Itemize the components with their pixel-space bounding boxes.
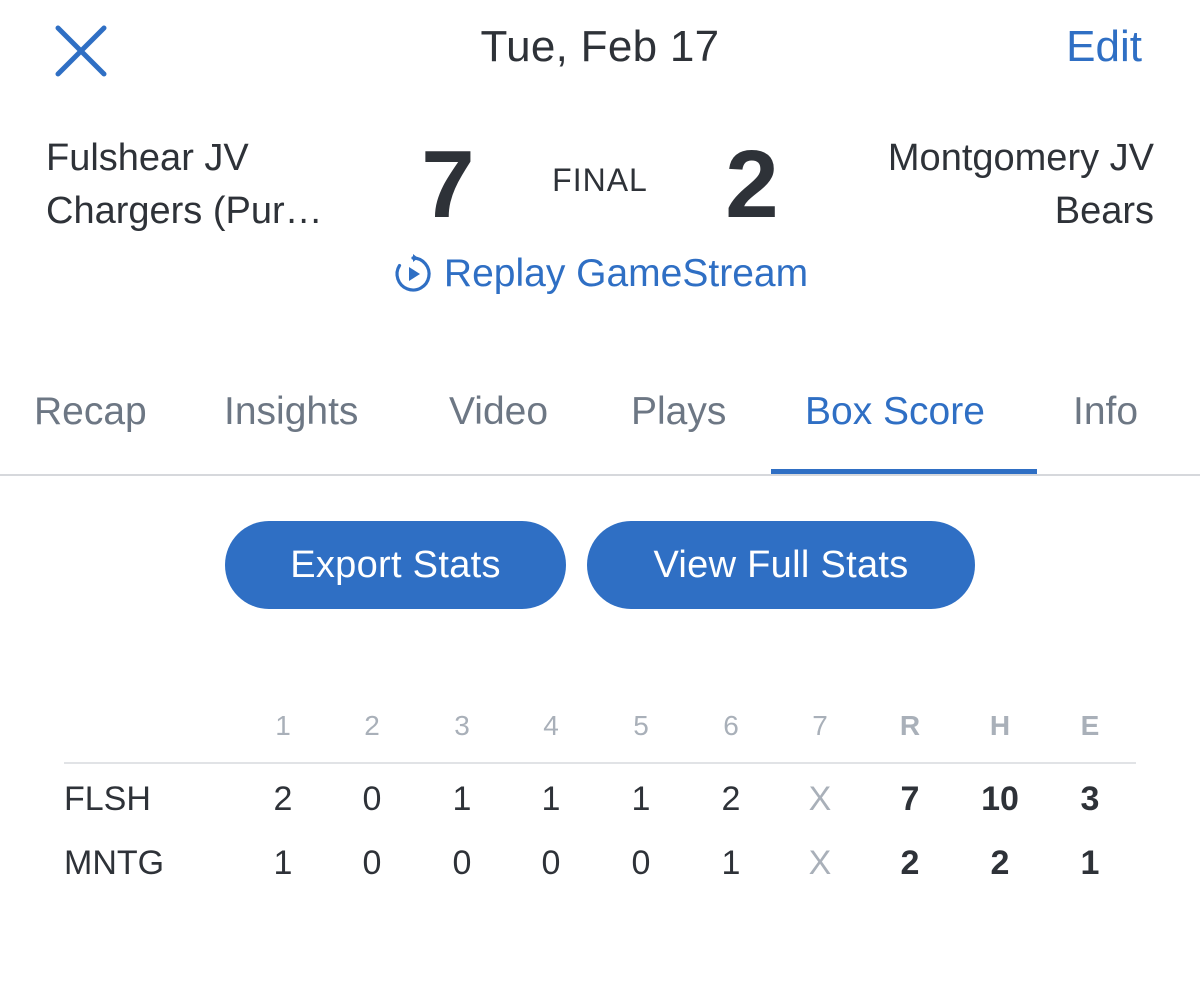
- tab-recap[interactable]: Recap: [34, 390, 147, 434]
- edit-button[interactable]: Edit: [1066, 22, 1142, 72]
- tab-box-score[interactable]: Box Score: [805, 390, 985, 434]
- inning-header-7: 7: [812, 710, 828, 741]
- table-row: MNTG 1 0 0 0 0 1 X 2 2 1: [64, 830, 1136, 894]
- tab-insights[interactable]: Insights: [224, 390, 358, 434]
- tab-video[interactable]: Video: [449, 390, 548, 434]
- inning-score: 1: [721, 844, 741, 882]
- errors-total: 1: [1080, 844, 1100, 882]
- tab-plays[interactable]: Plays: [631, 390, 726, 434]
- table-row: FLSH 2 0 1 1 1 2 X 7 10 3: [64, 766, 1136, 830]
- page-title: Tue, Feb 17: [480, 22, 720, 71]
- tab-bar: Recap Insights Video Plays Box Score Inf…: [0, 380, 1200, 476]
- inning-score: 0: [362, 780, 382, 818]
- inning-header-4: 4: [543, 710, 559, 741]
- inning-score: 0: [362, 844, 382, 882]
- away-team-name: Montgomery JV Bears: [794, 132, 1154, 238]
- away-team-name-line1: Montgomery JV: [887, 137, 1154, 179]
- box-score-table: 1 2 3 4 5 6 7 R H E FLSH 2 0 1 1 1 2 X 7…: [64, 702, 1136, 894]
- runs-header: R: [899, 710, 921, 741]
- replay-label: Replay GameStream: [443, 252, 809, 295]
- replay-icon: [395, 254, 431, 292]
- game-status: FINAL: [552, 162, 648, 198]
- errors-total: 3: [1080, 780, 1100, 818]
- inning-header-5: 5: [633, 710, 649, 741]
- inning-header-1: 1: [275, 710, 291, 741]
- inning-score: 1: [273, 844, 293, 882]
- home-score: 7: [421, 131, 475, 238]
- tab-info[interactable]: Info: [1073, 390, 1138, 434]
- inning-header-2: 2: [364, 710, 380, 741]
- view-full-stats-button[interactable]: View Full Stats: [587, 521, 975, 609]
- home-team-name: Fulshear JV Chargers (Pur…: [46, 132, 376, 238]
- home-team-name-line2: Chargers (Pur…: [46, 190, 323, 232]
- errors-header: E: [1080, 710, 1100, 741]
- inning-score: X: [808, 780, 832, 818]
- export-stats-button[interactable]: Export Stats: [225, 521, 566, 609]
- inning-score: 1: [541, 780, 561, 818]
- inning-score: 1: [452, 780, 472, 818]
- inning-header-3: 3: [454, 710, 470, 741]
- inning-score: 0: [452, 844, 472, 882]
- active-tab-indicator: [771, 469, 1037, 474]
- replay-gamestream-link[interactable]: Replay GameStream: [0, 252, 1200, 305]
- hits-total: 2: [990, 844, 1010, 882]
- box-score-header-row: 1 2 3 4 5 6 7 R H E: [64, 702, 1136, 764]
- team-abbreviation: FLSH: [64, 780, 151, 818]
- inning-score: 0: [541, 844, 561, 882]
- inning-score: 2: [273, 780, 293, 818]
- team-abbreviation: MNTG: [64, 844, 165, 882]
- hits-total: 10: [981, 780, 1019, 818]
- runs-total: 2: [900, 844, 920, 882]
- game-detail-screen: Tue, Feb 17 Edit Fulshear JV Chargers (P…: [0, 0, 1200, 997]
- inning-header-6: 6: [723, 710, 739, 741]
- home-team-name-line1: Fulshear JV: [46, 137, 249, 179]
- away-team-name-line2: Bears: [1054, 190, 1154, 232]
- away-score: 2: [725, 131, 779, 238]
- inning-score: X: [808, 844, 832, 882]
- hits-header: H: [989, 710, 1011, 741]
- runs-total: 7: [900, 780, 920, 818]
- inning-score: 2: [721, 780, 741, 818]
- inning-score: 1: [631, 780, 651, 818]
- inning-score: 0: [631, 844, 651, 882]
